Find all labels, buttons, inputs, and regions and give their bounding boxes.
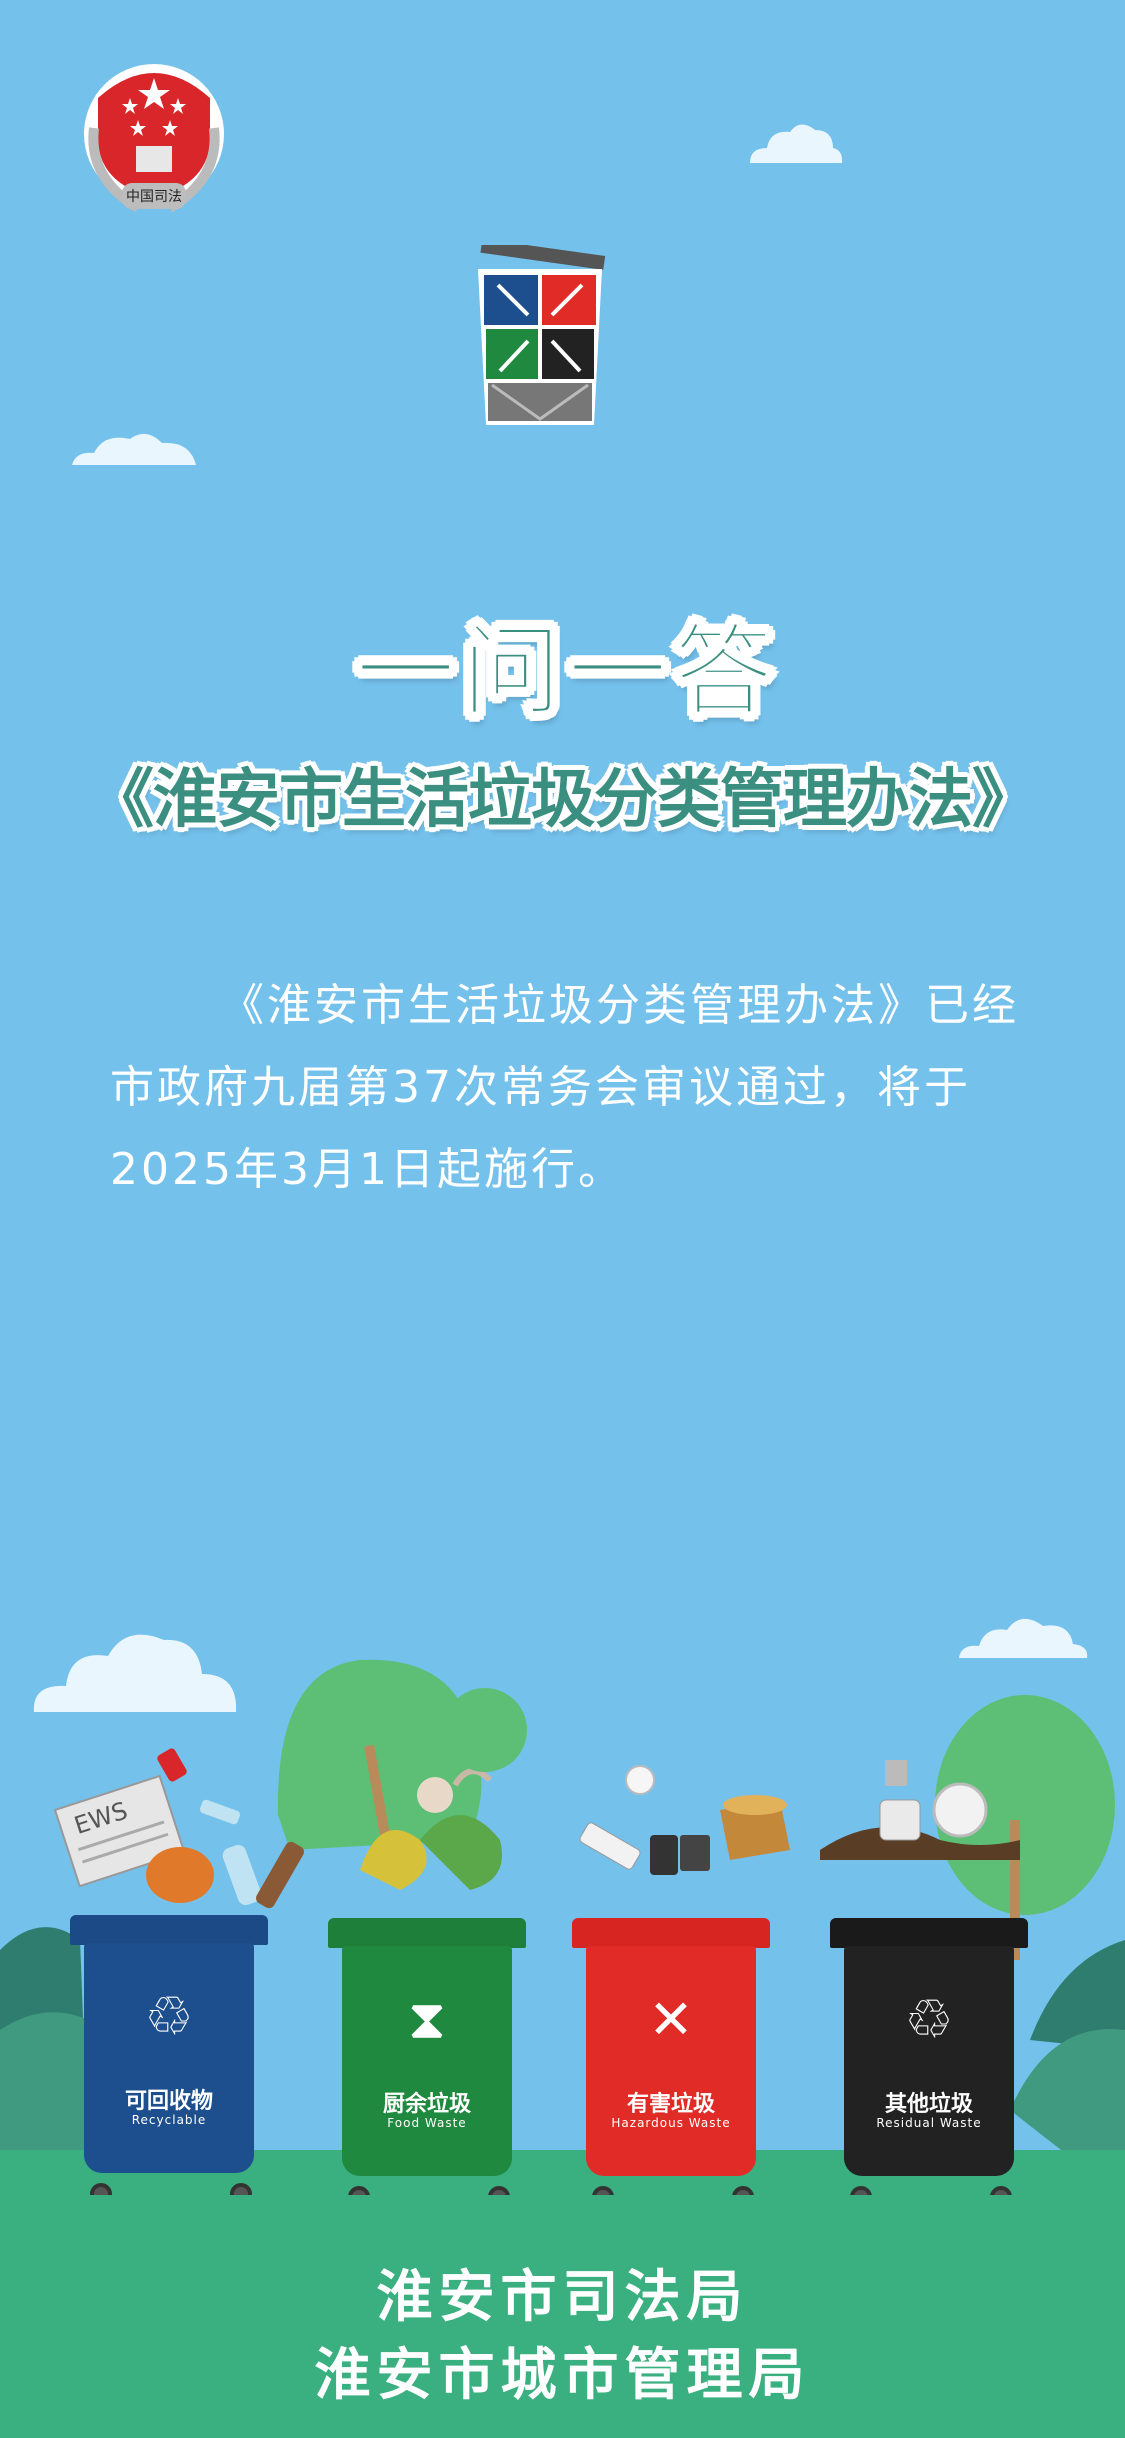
bin-lid <box>572 1918 770 1948</box>
sorting-bin-icon <box>478 245 606 425</box>
page-subtitle: 《淮安市生活垃圾分类管理办法》 <box>90 763 1036 837</box>
bin-body: ✕ 有害垃圾 Hazardous Waste <box>586 1946 756 2176</box>
bin-lid <box>70 1915 268 1945</box>
footer-org-1: 淮安市司法局 <box>376 2265 749 2330</box>
recycle-icon: ♲ <box>144 1985 194 2048</box>
bin-body: ♲ 可回收物 Recyclable <box>84 1943 254 2173</box>
bin-label-en: Food Waste <box>387 2116 467 2130</box>
cloud <box>72 433 196 465</box>
bin-label-cn: 可回收物 <box>124 2089 213 2114</box>
food-waste-bin: ⧗ 厨余垃圾 Food Waste <box>328 1918 538 2208</box>
residual-waste-bin: ♲ 其他垃圾 Residual Waste <box>830 1918 1040 2208</box>
bin-lid <box>830 1918 1028 1948</box>
bin-label-en: Residual Waste <box>876 2116 982 2130</box>
bin-label-en: Recyclable <box>131 2113 207 2127</box>
bin-body: ⧗ 厨余垃圾 Food Waste <box>342 1946 512 2176</box>
bin-label-cn: 厨余垃圾 <box>382 2092 471 2117</box>
emblem-text: 中国司法 <box>126 189 182 205</box>
page-title: 一问一答 <box>0 590 1125 735</box>
hazardous-waste-bin: ✕ 有害垃圾 Hazardous Waste <box>572 1918 782 2208</box>
hazard-x-icon: ✕ <box>648 1988 694 2051</box>
bin-label-cn: 有害垃圾 <box>626 2092 715 2117</box>
bin-label-cn: 其他垃圾 <box>884 2092 973 2117</box>
china-justice-emblem-logo: 中国司法 <box>84 64 224 213</box>
title-text: 一问一答 <box>355 612 780 731</box>
hourglass-icon: ⧗ <box>408 1988 446 2051</box>
footer-org-2: 淮安市城市管理局 <box>314 2343 811 2408</box>
cloud <box>750 124 843 163</box>
recycle-icon: ♲ <box>904 1988 954 2051</box>
bin-body: ♲ 其他垃圾 Residual Waste <box>844 1946 1014 2176</box>
bin-label-en: Hazardous Waste <box>611 2116 731 2130</box>
intro-paragraph: 《淮安市生活垃圾分类管理办法》已经市政府九届第37次常务会审议通过，将于2025… <box>110 980 1019 1195</box>
bin-lid <box>328 1918 526 1948</box>
recyclable-bin: ♲ 可回收物 Recyclable <box>70 1915 280 2205</box>
